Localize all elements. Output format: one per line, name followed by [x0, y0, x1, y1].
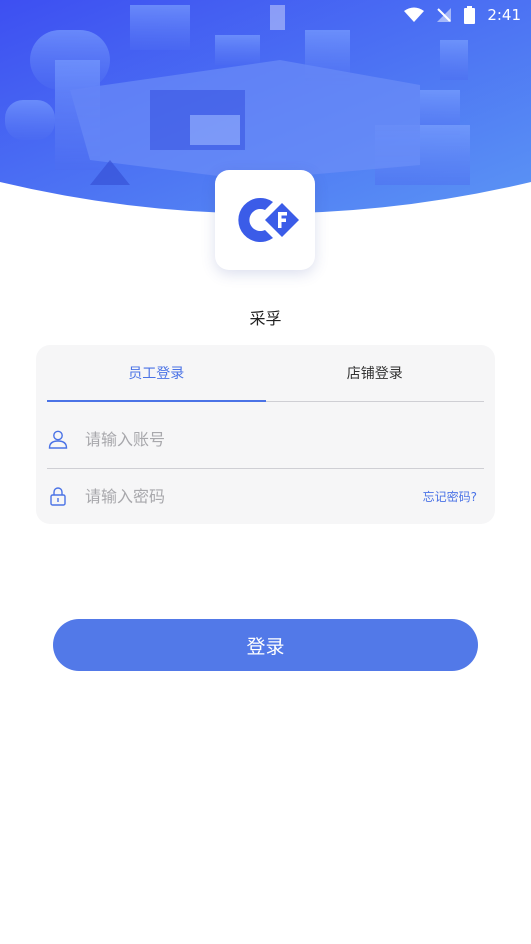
user-icon	[47, 428, 69, 450]
login-tabs: 员工登录 店铺登录	[47, 345, 484, 402]
app-name: 采孚	[249, 309, 282, 328]
app-logo	[215, 170, 315, 270]
forgot-password-link[interactable]: 忘记密码?	[423, 488, 477, 505]
no-signal-icon	[436, 7, 452, 23]
account-row	[47, 410, 484, 469]
app-logo-icon	[238, 198, 299, 242]
wifi-icon	[404, 7, 425, 23]
status-time: 2:41	[487, 6, 521, 24]
tab-staff-login[interactable]: 员工登录	[47, 345, 266, 402]
tab-store-login[interactable]: 店铺登录	[266, 345, 485, 401]
login-button[interactable]: 登录	[53, 619, 478, 671]
status-bar: 2:41	[0, 0, 531, 30]
account-input[interactable]	[83, 428, 484, 450]
login-card: 员工登录 店铺登录 忘记密码?	[36, 345, 495, 524]
password-row: 忘记密码?	[47, 467, 484, 525]
password-input[interactable]	[83, 485, 423, 507]
lock-icon	[47, 485, 69, 507]
battery-icon	[464, 6, 476, 24]
